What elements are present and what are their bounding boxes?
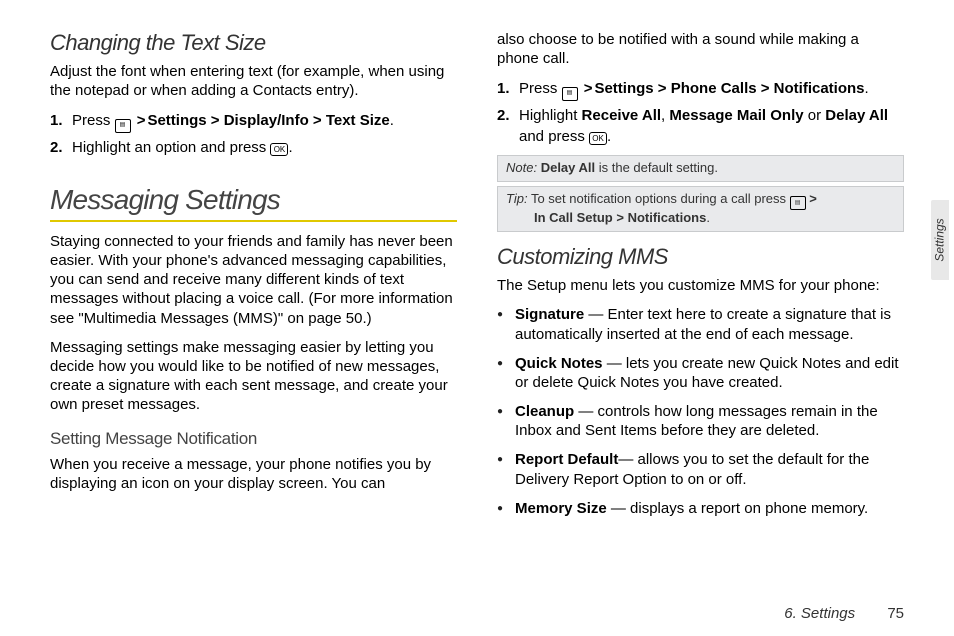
heading-messaging: Messaging Settings	[50, 184, 457, 222]
mms-bullets: Signature — Enter text here to create a …	[497, 305, 904, 518]
left-column: Changing the Text Size Adjust the font w…	[50, 30, 457, 528]
para-mms: The Setup menu lets you customize MMS fo…	[497, 276, 904, 295]
para-msg-2: Messaging settings make messaging easier…	[50, 338, 457, 415]
menu-icon: ▤	[790, 196, 806, 210]
para-text-size: Adjust the font when entering text (for …	[50, 62, 457, 100]
para-msg-1: Staying connected to your friends and fa…	[50, 232, 457, 328]
step-2: Highlight Receive All, Message Mail Only…	[519, 105, 904, 147]
menu-icon: ▤	[562, 87, 578, 101]
right-column: also choose to be notified with a sound …	[497, 30, 904, 528]
ok-icon: OK	[270, 143, 288, 156]
footer-chapter: 6. Settings	[784, 605, 855, 622]
footer: 6. Settings 75	[784, 605, 904, 622]
note-box: Note: Delay All is the default setting.	[497, 155, 904, 182]
ok-icon: OK	[589, 132, 607, 145]
step-2: Highlight an option and press OK.	[72, 137, 457, 158]
para-notif: When you receive a message, your phone n…	[50, 455, 457, 493]
steps-text-size: Press ▤ >Settings > Display/Info > Text …	[50, 110, 457, 158]
page-content: Changing the Text Size Adjust the font w…	[50, 30, 904, 528]
para-cont: also choose to be notified with a sound …	[497, 30, 904, 68]
path: Settings > Display/Info > Text Size	[147, 112, 389, 129]
bullet-signature: Signature — Enter text here to create a …	[515, 305, 904, 343]
side-tab: Settings	[931, 200, 949, 280]
bullet-report-default: Report Default— allows you to set the de…	[515, 450, 904, 488]
tip-box: Tip: To set notification options during …	[497, 186, 904, 232]
side-tab-label: Settings	[933, 218, 947, 261]
heading-text-size: Changing the Text Size	[50, 30, 457, 56]
step-1: Press ▤ >Settings > Phone Calls > Notifi…	[519, 78, 904, 101]
step-1: Press ▤ >Settings > Display/Info > Text …	[72, 110, 457, 133]
menu-icon: ▤	[115, 119, 131, 133]
subhead-notification: Setting Message Notification	[50, 429, 457, 449]
footer-page: 75	[887, 605, 904, 622]
bullet-cleanup: Cleanup — controls how long messages rem…	[515, 402, 904, 440]
steps-notif: Press ▤ >Settings > Phone Calls > Notifi…	[497, 78, 904, 147]
bullet-memory-size: Memory Size — displays a report on phone…	[515, 499, 904, 518]
bullet-quick-notes: Quick Notes — lets you create new Quick …	[515, 354, 904, 392]
path: Settings > Phone Calls > Notifications	[594, 80, 864, 97]
heading-mms: Customizing MMS	[497, 244, 904, 270]
